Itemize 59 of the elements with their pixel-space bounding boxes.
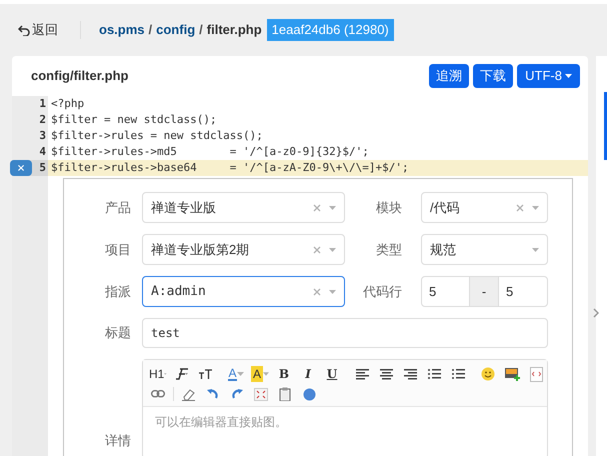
field-label: 指派 (104, 282, 131, 301)
title-input[interactable]: test (142, 318, 548, 348)
caret-icon (329, 206, 336, 210)
code-line: $filter->rules->md5 = '/^[a-z0-9]{32}$/'; (50, 144, 369, 160)
caret-icon (263, 372, 269, 376)
heading-menu[interactable]: H1 (149, 365, 167, 383)
select-field[interactable]: /代码 (421, 192, 548, 223)
line-number: 4 (12, 144, 48, 160)
back-link[interactable]: 返回 (18, 20, 58, 40)
field-label: 详情 (104, 432, 131, 450)
breadcrumb-separator: / (148, 21, 152, 40)
caret-icon (532, 248, 539, 252)
image-icon[interactable] (503, 365, 521, 383)
italic-button[interactable]: I (299, 365, 317, 383)
field-label: 模块 (375, 198, 402, 217)
field-label: 项目 (104, 240, 131, 259)
smiley-icon[interactable] (479, 365, 497, 383)
underline-button[interactable]: U (323, 365, 341, 383)
close-button[interactable]: × (10, 160, 32, 176)
code-icon[interactable] (527, 365, 545, 383)
bold-button[interactable]: B (275, 365, 293, 383)
select-value: 规范 (430, 240, 457, 259)
field-label: 产品 (104, 198, 131, 217)
code-line: $filter = new stdclass(); (50, 112, 217, 128)
toolbar-button[interactable]: 追溯 (429, 64, 470, 88)
field-label: 代码行 (362, 282, 402, 301)
chevron-right-icon[interactable] (593, 308, 599, 318)
breadcrumb-separator: / (199, 21, 203, 40)
code-line: $filter->rules = new stdclass(); (50, 128, 263, 144)
select-field[interactable]: 规范 (421, 234, 548, 265)
field-label: 类型 (375, 240, 402, 259)
breadcrumb-link[interactable]: config (156, 20, 196, 40)
file-title: config/filter.php (31, 67, 128, 86)
breadcrumb-link[interactable]: os.pms (99, 20, 145, 40)
line-number: 3 (12, 128, 48, 144)
code-line: $filter->rules->base64 = '/^[a-zA-Z0-9\+\/\=]+$/'; (50, 160, 409, 176)
select-field[interactable]: 禅道专业版 (142, 192, 345, 223)
fullscreen-icon[interactable] (252, 385, 270, 403)
encoding-dropdown[interactable]: UTF-8 (517, 64, 580, 88)
select-value: 禅道专业版第2期 (151, 240, 250, 259)
undo-icon (18, 24, 30, 36)
select-value: /代码 (430, 198, 461, 217)
select-value: 禅道专业版 (151, 198, 217, 217)
font-color-menu[interactable]: A (227, 365, 245, 383)
code-line: <?php (50, 96, 84, 112)
field-label: 标题 (104, 324, 131, 342)
line-number: 2 (12, 112, 48, 128)
toolbar-button[interactable]: 下载 (473, 64, 514, 88)
select-value: A:admin (151, 282, 207, 301)
caret-icon (532, 206, 539, 210)
breadcrumb-link[interactable]: filter.php (206, 20, 262, 40)
caret-icon (565, 74, 572, 78)
caret-icon (329, 248, 336, 252)
caret-icon (236, 372, 244, 376)
select-field[interactable]: A:admin (142, 276, 345, 307)
line-number: 1 (12, 96, 48, 112)
caret-icon (329, 290, 336, 294)
select-field[interactable]: 禅道专业版第2期 (142, 234, 345, 265)
revision-badge: 1eaaf24db6 (12980) (266, 19, 394, 41)
